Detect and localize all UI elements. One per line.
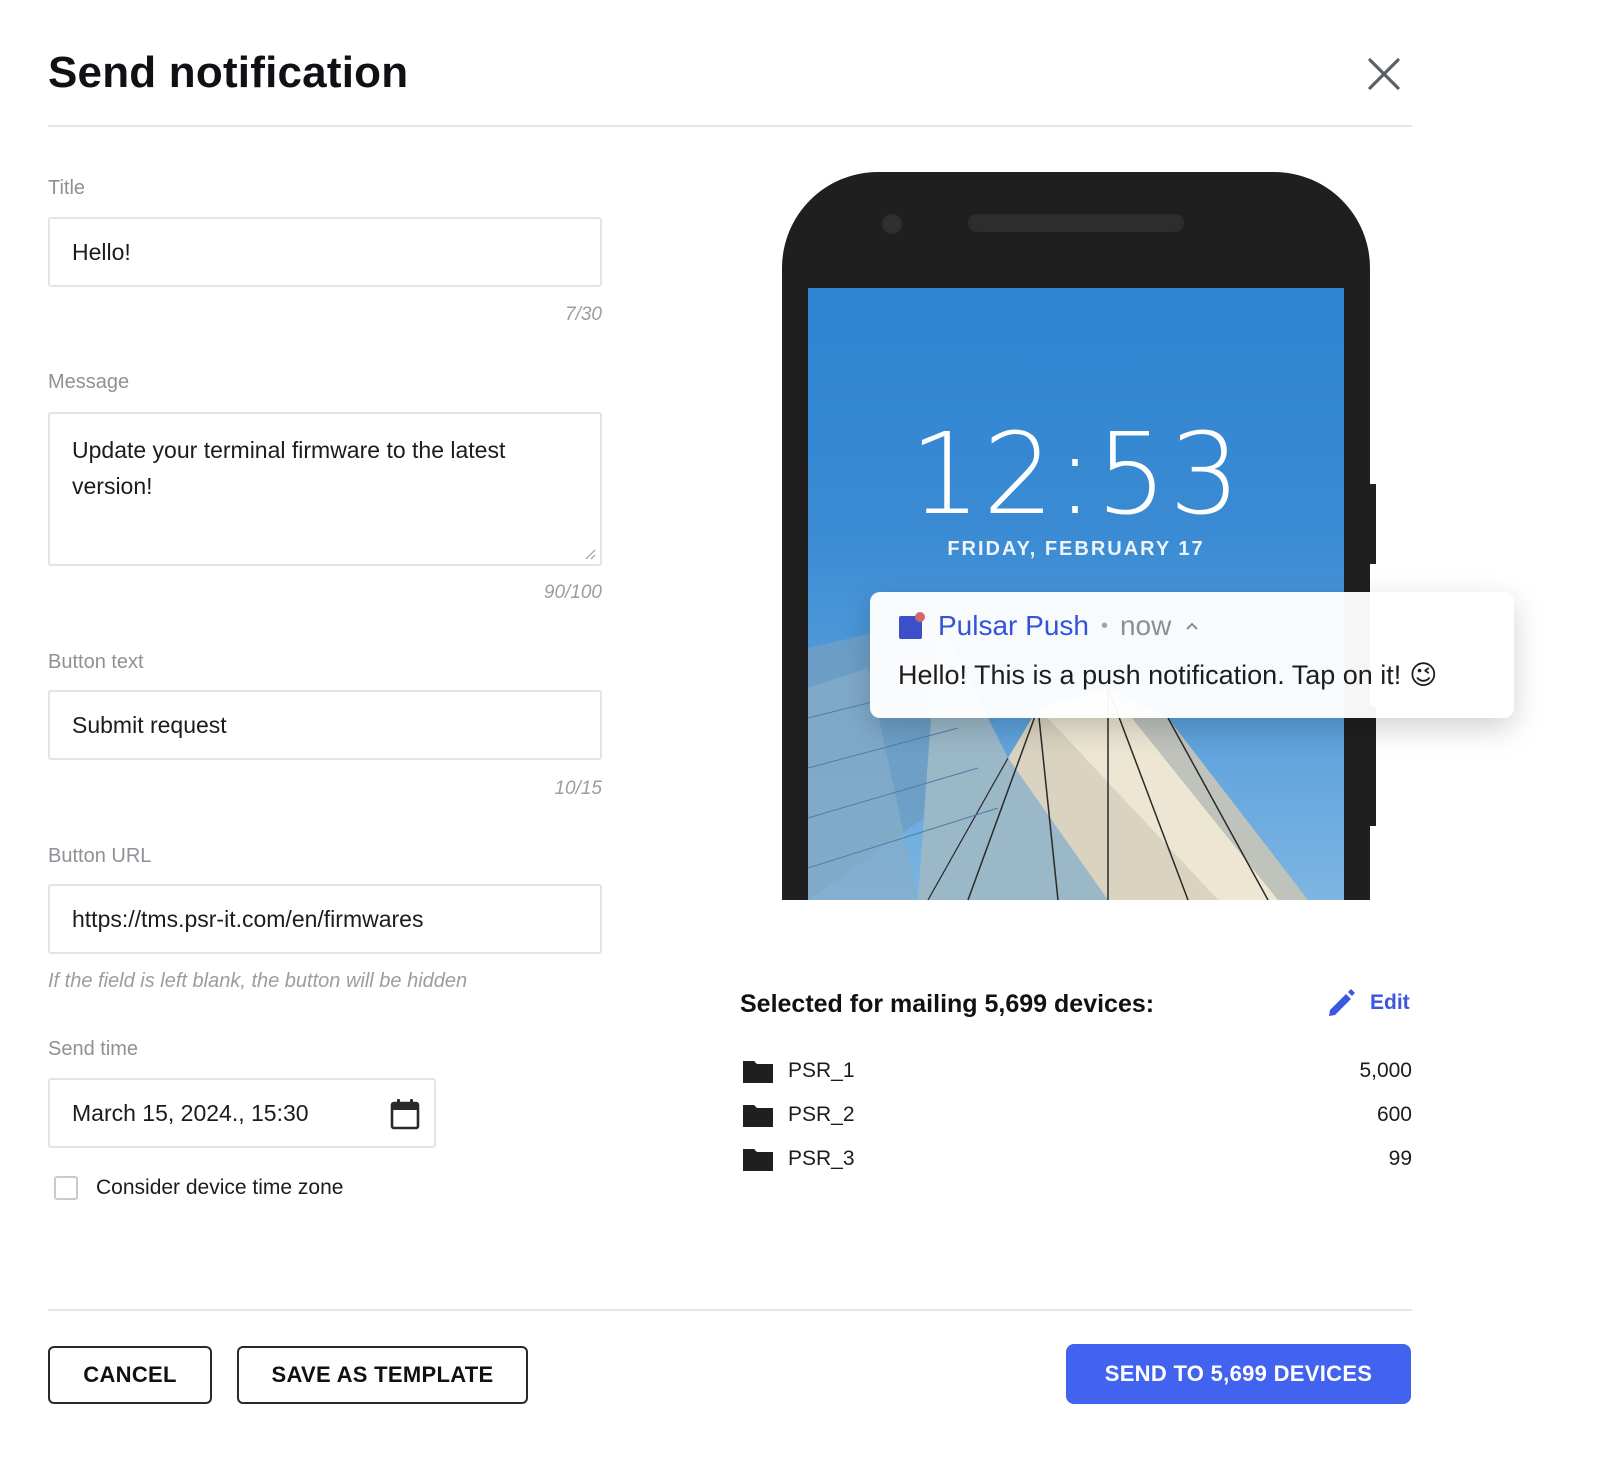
notification-time: now: [1119, 610, 1172, 641]
timezone-checkbox-row[interactable]: Consider device time zone: [54, 1176, 343, 1200]
folder-icon: [743, 1149, 773, 1171]
phone-power-button: [1368, 706, 1376, 826]
message-textarea[interactable]: Update your terminal firmware to the lat…: [48, 412, 602, 566]
folder-icon: [743, 1061, 773, 1083]
phone-preview: 12:53 FRIDAY, FEBRUARY 17: [782, 172, 1376, 900]
button-url-label: Button URL: [48, 845, 152, 867]
send-notification-dialog: Send notification Title Hello! 7/30 Mess…: [0, 0, 1600, 1469]
dialog-title: Send notification: [48, 48, 409, 97]
message-counter: 90/100: [543, 582, 602, 603]
button-text-input-value: Submit request: [72, 711, 227, 738]
pencil-icon: [1329, 989, 1355, 1016]
device-group-name: PSR_1: [788, 1059, 855, 1082]
button-url-input-value: https://tms.psr-it.com/en/firmwares: [72, 905, 424, 932]
send-time-label: Send time: [48, 1038, 139, 1060]
timezone-checkbox[interactable]: [54, 1176, 78, 1200]
button-text-label: Button text: [48, 651, 144, 673]
chevron-up-icon[interactable]: [1183, 617, 1201, 635]
title-input-value: Hello!: [72, 238, 131, 265]
header-divider: [48, 125, 1412, 127]
notification-header: Pulsar Push • now: [898, 610, 1201, 642]
notification-body-text: Hello! This is a push notification. Tap …: [898, 660, 1402, 690]
footer-divider: [48, 1309, 1412, 1311]
button-url-input[interactable]: https://tms.psr-it.com/en/firmwares: [48, 884, 602, 954]
save-as-template-button[interactable]: SAVE AS TEMPLATE: [237, 1346, 528, 1404]
phone-camera: [882, 214, 902, 234]
send-button[interactable]: SEND TO 5,699 DEVICES: [1066, 1344, 1411, 1404]
device-group-row[interactable]: PSR_3 99: [742, 1142, 1412, 1176]
folder-icon: [743, 1105, 773, 1127]
message-textarea-value: Update your terminal firmware to the lat…: [72, 437, 506, 499]
devices-title: Selected for mailing 5,699 devices:: [740, 990, 1155, 1018]
send-time-input-value: March 15, 2024., 15:30: [72, 1099, 309, 1126]
device-group-count: 5,000: [1359, 1059, 1412, 1082]
notification-body: Hello! This is a push notification. Tap …: [898, 660, 1437, 691]
device-group-name: PSR_3: [788, 1147, 855, 1170]
device-group-count: 99: [1388, 1147, 1412, 1170]
app-icon: [899, 612, 925, 639]
device-group-count: 600: [1376, 1103, 1412, 1126]
title-input[interactable]: Hello!: [48, 217, 602, 287]
notification-separator: •: [1100, 614, 1108, 637]
phone-speaker: [968, 214, 1184, 232]
phone-volume-button: [1368, 484, 1376, 564]
notification-app-name: Pulsar Push: [938, 610, 1089, 641]
close-icon: [1368, 58, 1400, 90]
push-notification-card[interactable]: Pulsar Push • now Hello! This is a push …: [870, 592, 1514, 718]
calendar-icon[interactable]: [390, 1098, 420, 1130]
message-label: Message: [48, 371, 130, 393]
wink-emoji-icon: 😉: [1409, 660, 1438, 690]
device-group-name: PSR_2: [788, 1103, 855, 1126]
button-text-input[interactable]: Submit request: [48, 690, 602, 760]
timezone-checkbox-label: Consider device time zone: [96, 1176, 344, 1199]
device-group-row[interactable]: PSR_1 5,000: [742, 1054, 1412, 1088]
button-url-hint: If the field is left blank, the button w…: [48, 970, 468, 992]
edit-devices-button[interactable]: Edit: [1326, 988, 1410, 1018]
title-label: Title: [48, 177, 86, 199]
cancel-button[interactable]: CANCEL: [48, 1346, 212, 1404]
button-text-counter: 10/15: [554, 778, 602, 799]
lock-screen-date: FRIDAY, FEBRUARY 17: [947, 538, 1205, 560]
device-group-row[interactable]: PSR_2 600: [742, 1098, 1412, 1132]
resize-grip-icon[interactable]: [584, 548, 596, 560]
edit-label: Edit: [1370, 991, 1410, 1014]
title-counter: 7/30: [565, 304, 602, 325]
close-button[interactable]: [1362, 52, 1406, 96]
lock-screen-clock: 12:53: [909, 410, 1243, 540]
send-time-input[interactable]: March 15, 2024., 15:30: [48, 1078, 436, 1148]
